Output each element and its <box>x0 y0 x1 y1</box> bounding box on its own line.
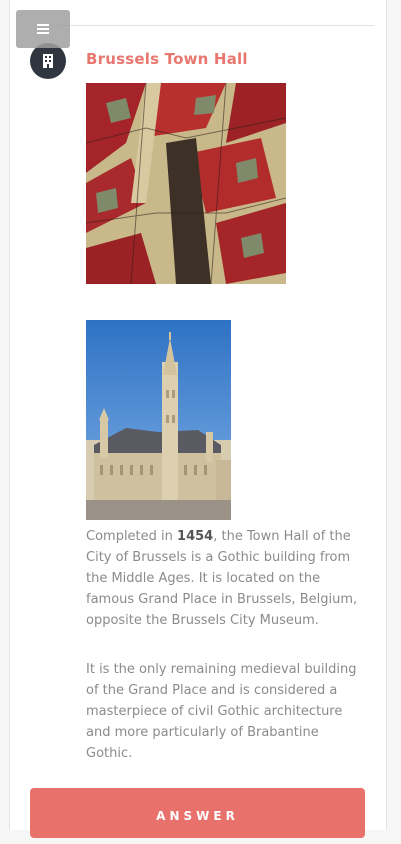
menu-button[interactable] <box>16 10 70 48</box>
hamburger-menu-icon <box>37 24 49 34</box>
town-hall-photo <box>86 320 231 520</box>
answer-button[interactable]: ANSWER <box>30 788 365 838</box>
historic-map-image <box>86 83 286 284</box>
description-paragraph-1: Completed in 1454, the Town Hall of the … <box>86 529 358 628</box>
building-icon <box>30 43 66 79</box>
year-highlight: 1454 <box>177 529 214 544</box>
description-paragraph-2: It is the only remaining medieval buildi… <box>86 662 357 761</box>
divider <box>36 25 374 26</box>
article-title: Brussels Town Hall <box>86 50 248 68</box>
